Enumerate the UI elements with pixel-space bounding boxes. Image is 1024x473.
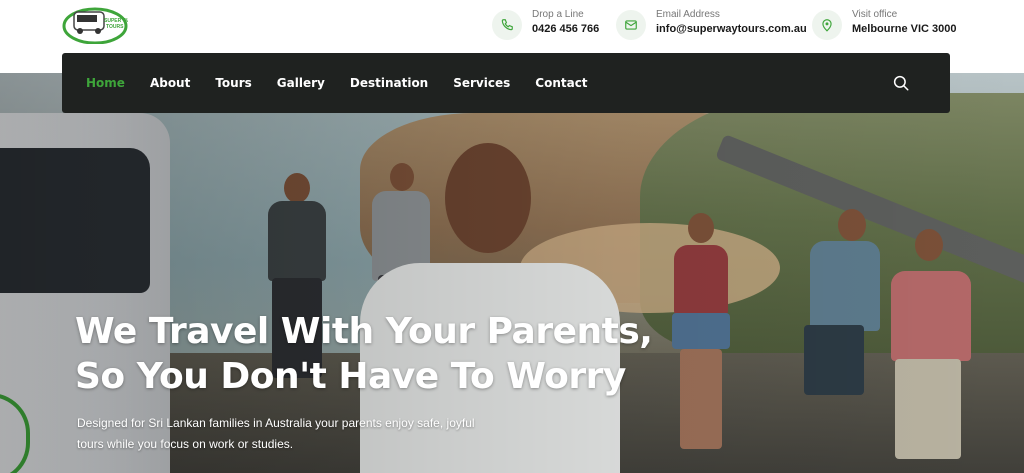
contact-phone[interactable]: Drop a Line 0426 456 766 xyxy=(492,8,599,40)
email-address[interactable]: info@superwaytours.com.au xyxy=(656,21,807,37)
hero-subtext: Designed for Sri Lankan families in Aust… xyxy=(77,413,517,455)
nav-item-destination[interactable]: Destination xyxy=(350,76,428,90)
main-nav: Home About Tours Gallery Destination Ser… xyxy=(62,53,950,113)
contact-label: Email Address xyxy=(656,9,720,20)
contact-email[interactable]: Email Address info@superwaytours.com.au xyxy=(616,8,807,40)
nav-item-gallery[interactable]: Gallery xyxy=(277,76,325,90)
phone-icon xyxy=(492,10,522,40)
contact-label: Drop a Line xyxy=(532,9,584,20)
nav-item-home[interactable]: Home xyxy=(86,76,125,90)
logo-van-icon: SUPER WAY TOURS xyxy=(62,7,134,45)
logo[interactable]: SUPER WAY TOURS xyxy=(62,4,134,45)
phone-number[interactable]: 0426 456 766 xyxy=(532,21,599,37)
mail-icon xyxy=(616,10,646,40)
contact-label: Visit office xyxy=(852,9,898,20)
hero-headline-line2: So You Don't Have To Worry xyxy=(75,356,626,397)
map-pin-icon xyxy=(812,10,842,40)
hero-subtext-line2: tours while you focus on work or studies… xyxy=(77,437,294,451)
nav-item-about[interactable]: About xyxy=(150,76,190,90)
hero-section: We Travel With Your Parents, So You Don'… xyxy=(0,73,1024,473)
nav-item-tours[interactable]: Tours xyxy=(215,76,251,90)
contact-office[interactable]: Visit office Melbourne VIC 3000 xyxy=(812,8,957,40)
search-icon[interactable] xyxy=(892,74,910,92)
nav-item-services[interactable]: Services xyxy=(453,76,510,90)
nav-item-contact[interactable]: Contact xyxy=(535,76,587,90)
hero-subtext-line1: Designed for Sri Lankan families in Aust… xyxy=(77,416,475,430)
office-location[interactable]: Melbourne VIC 3000 xyxy=(852,21,957,37)
hero-headline-line1: We Travel With Your Parents, xyxy=(75,311,653,352)
svg-text:TOURS: TOURS xyxy=(106,24,124,30)
hero-headline: We Travel With Your Parents, So You Don'… xyxy=(75,309,653,399)
